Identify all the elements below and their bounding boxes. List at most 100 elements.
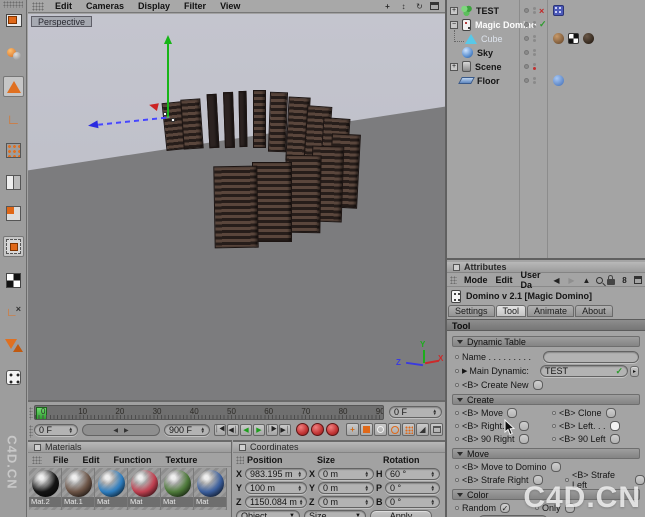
menu-view[interactable]: View: [213, 1, 247, 11]
goto-start-button[interactable]: ⏐◀: [214, 424, 226, 436]
material-sphere[interactable]: [64, 470, 92, 497]
material-item[interactable]: Mat.1: [62, 468, 95, 510]
material-sphere[interactable]: [163, 470, 191, 497]
material-sphere[interactable]: [31, 470, 59, 497]
pan-icon[interactable]: +: [382, 1, 393, 12]
materials-menu-function[interactable]: Function: [107, 455, 159, 465]
attributes-menu-grip[interactable]: [450, 276, 457, 284]
param-dot[interactable]: [455, 355, 459, 359]
rot-p-field[interactable]: 0 ° ▲ ▼: [385, 482, 440, 494]
frame-field-spinner[interactable]: ▲ ▼: [431, 408, 437, 416]
object-row-test[interactable]: + TEST ×: [447, 4, 645, 17]
size-z-field[interactable]: 0 m ▲ ▼: [318, 496, 374, 508]
object-axis-icon[interactable]: ∟ ×: [3, 301, 24, 322]
menu-edit[interactable]: Edit: [48, 1, 79, 11]
axis-mode-icon[interactable]: ∟: [3, 108, 24, 129]
enable-state-check[interactable]: ✓: [539, 19, 547, 30]
timeline-window-button[interactable]: [430, 423, 443, 436]
tab-settings[interactable]: Settings: [448, 305, 495, 317]
attributes-menu-mode[interactable]: Mode: [460, 275, 492, 285]
expand-toggle[interactable]: +: [450, 62, 458, 71]
layout-icon[interactable]: [3, 10, 24, 31]
rot-b-field[interactable]: 0 ° ▲ ▼: [385, 496, 440, 508]
search-icon[interactable]: [596, 276, 606, 287]
scrollbar-right-arrow[interactable]: ▶: [124, 427, 129, 434]
material-tag-dark-icon[interactable]: [583, 33, 594, 44]
toolbar-grip[interactable]: [3, 1, 23, 8]
camera-label[interactable]: Perspective: [31, 16, 93, 27]
compositing-tag-icon[interactable]: [568, 33, 579, 44]
expand-arrow-icon[interactable]: ▶: [462, 367, 467, 375]
polygons-mode-icon[interactable]: [3, 172, 24, 193]
enable-state-x[interactable]: ×: [539, 6, 544, 16]
attributes-menu-userdata[interactable]: User Da: [517, 270, 552, 290]
object-label[interactable]: Sky: [477, 48, 493, 58]
start-frame-spinner[interactable]: ▲ ▼: [67, 426, 73, 434]
edges-mode-icon[interactable]: [3, 140, 24, 161]
dice-icon[interactable]: [3, 367, 24, 388]
key-parameter-button[interactable]: [388, 423, 401, 436]
btn-move-to-domino[interactable]: [550, 462, 561, 472]
expand-toggle[interactable]: +: [450, 6, 458, 15]
object-row-magic-domino[interactable]: − Magic Domino ✓: [447, 18, 645, 31]
pos-x-field[interactable]: 983.195 m ▲ ▼: [245, 468, 307, 480]
param-dot[interactable]: [455, 369, 459, 373]
play-backward-button[interactable]: ◀: [240, 424, 252, 436]
ruler-grip[interactable]: [29, 407, 33, 420]
material-tag-brown-icon[interactable]: [553, 33, 564, 44]
param-dot[interactable]: [455, 383, 459, 387]
key-position-button[interactable]: +: [346, 423, 359, 436]
gizmo-origin-handle[interactable]: [163, 112, 167, 116]
material-sphere[interactable]: [97, 470, 125, 497]
object-row-scene[interactable]: + Scene: [447, 60, 645, 73]
timeline-ruler[interactable]: 0 10 20 30 40 50 60 70 80 90: [34, 405, 384, 420]
random-checkbox[interactable]: ✓: [500, 503, 511, 513]
coordinates-grip[interactable]: [236, 456, 244, 464]
frame-field[interactable]: 0 F ▲ ▼: [389, 406, 442, 418]
btn-left[interactable]: [609, 421, 620, 431]
record-keyframe-button[interactable]: [296, 423, 309, 436]
menu-filter[interactable]: Filter: [177, 1, 213, 11]
goto-end-button[interactable]: ▶⏐: [279, 424, 291, 436]
tab-animate[interactable]: Animate: [527, 305, 575, 317]
end-frame-spinner[interactable]: ▲ ▼: [199, 426, 205, 434]
materials-menu-file[interactable]: File: [46, 455, 76, 465]
autokey-button[interactable]: [311, 423, 324, 436]
xpresso-tag-icon[interactable]: [553, 5, 564, 16]
main-dynamic-field[interactable]: TEST ✓: [540, 365, 628, 377]
pos-z-field[interactable]: 1150.084 m ▲ ▼: [245, 496, 307, 508]
tab-tool[interactable]: Tool: [495, 305, 527, 317]
model-spheres-icon[interactable]: [3, 42, 24, 63]
object-label[interactable]: Scene: [475, 62, 502, 72]
next-key-button[interactable]: ⏐▶: [266, 424, 278, 436]
fcurve-button[interactable]: ◢: [416, 423, 429, 436]
material-item[interactable]: Mat: [161, 468, 194, 510]
scrollbar-left-arrow[interactable]: ◀: [113, 427, 118, 434]
apply-button[interactable]: Apply: [370, 510, 432, 517]
key-scale-button[interactable]: [360, 423, 373, 436]
object-row-sky[interactable]: Sky: [447, 46, 645, 59]
panel-window-icon[interactable]: [634, 276, 642, 284]
collapse-toggle[interactable]: −: [450, 20, 458, 29]
viewport-menubar-grip[interactable]: [32, 1, 44, 11]
object-label[interactable]: TEST: [476, 6, 499, 16]
transport-grip[interactable]: [29, 425, 33, 438]
material-sphere[interactable]: [130, 470, 158, 497]
btn-right[interactable]: [518, 421, 529, 431]
history-back-icon[interactable]: ◀: [551, 275, 562, 286]
material-item[interactable]: Mat: [95, 468, 128, 510]
attributes-menu-edit[interactable]: Edit: [492, 275, 517, 285]
materials-menu-edit[interactable]: Edit: [76, 455, 107, 465]
group-dynamic-table[interactable]: Dynamic Table: [452, 336, 640, 347]
coordinates-titlebar[interactable]: Coordinates: [233, 442, 445, 453]
object-label[interactable]: Cube: [481, 34, 503, 44]
tab-about[interactable]: About: [575, 305, 613, 317]
history-forward-icon[interactable]: ▶: [566, 275, 577, 286]
uv-checker-icon[interactable]: [3, 270, 24, 291]
material-item[interactable]: Mat: [128, 468, 161, 510]
rotate-icon[interactable]: ↻: [414, 1, 425, 12]
viewport-canvas[interactable]: Perspective Y Z X: [28, 14, 445, 400]
btn-move[interactable]: [507, 408, 518, 418]
btn-90-right[interactable]: [518, 434, 529, 444]
texture-mode-icon[interactable]: [3, 203, 24, 224]
